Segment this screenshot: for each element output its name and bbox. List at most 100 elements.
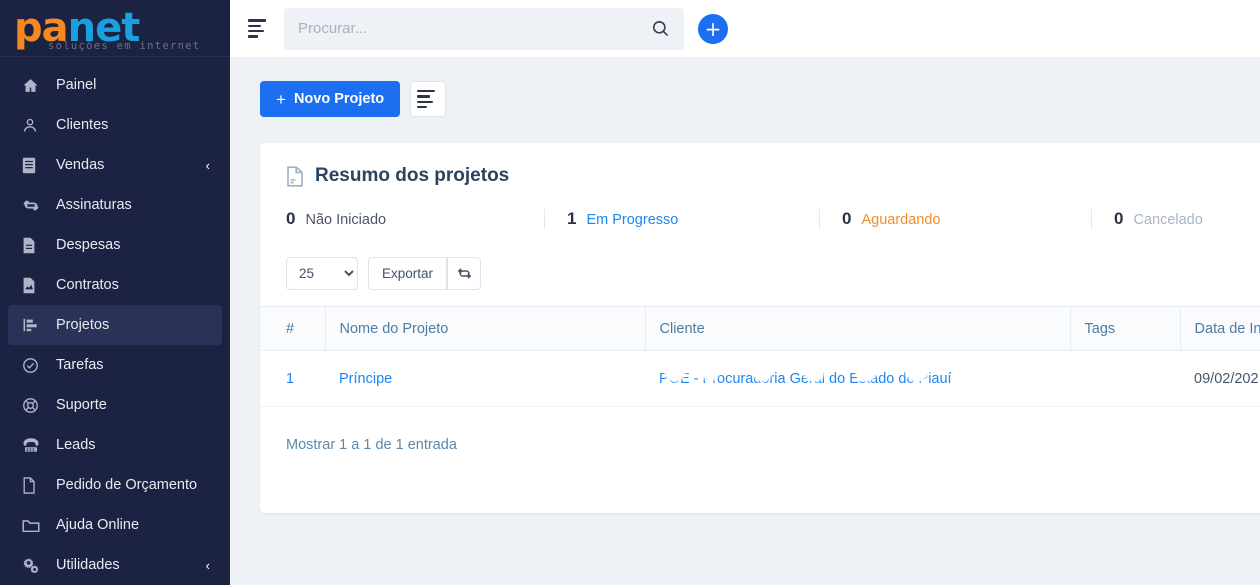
status-em-progresso[interactable]: 1 Em Progresso <box>544 209 819 229</box>
project-name-link[interactable]: Príncipe <box>339 371 392 387</box>
column-header-num[interactable]: # <box>260 306 326 351</box>
sidebar-item-label: Projetos <box>56 317 110 333</box>
hamburger-icon[interactable] <box>248 18 270 40</box>
add-button[interactable]: + <box>698 13 728 44</box>
cell-client: PGE - Procuradoria Geral do Estado do Pi… <box>645 350 1071 407</box>
status-count: 0 <box>1114 209 1124 228</box>
table-row[interactable]: 1 Príncipe PGE - Procuradoria Geral do E… <box>260 350 1260 407</box>
column-header-project[interactable]: Nome do Projeto <box>325 306 646 351</box>
search-input[interactable] <box>298 20 651 37</box>
home-icon <box>22 77 46 94</box>
row-number-link[interactable]: 1 <box>286 371 294 387</box>
list-view-button[interactable] <box>410 81 447 117</box>
user-icon <box>22 117 46 134</box>
plus-icon: + <box>704 16 722 41</box>
cell-start-date: 09/02/202 <box>1180 350 1260 407</box>
card-title-text: Resumo dos projetos <box>315 165 510 186</box>
folder-icon <box>22 518 46 533</box>
receipt-icon <box>22 157 46 174</box>
page-size-select[interactable]: 25 <box>286 257 358 290</box>
status-count: 0 <box>842 209 852 228</box>
brand-logo[interactable]: panet soluções em internet <box>0 0 230 57</box>
client-name[interactable]: PGE - Procuradoria Geral do Estado do Pi… <box>659 371 952 387</box>
status-aguardando[interactable]: 0 Aguardando <box>819 209 1091 229</box>
table-head: # Nome do Projeto Cliente Tags Data de I… <box>260 306 1260 351</box>
export-group: Exportar <box>368 257 482 290</box>
column-header-tags[interactable]: Tags <box>1070 306 1181 351</box>
topbar: + <box>230 0 1260 57</box>
sidebar-item-ajuda-online[interactable]: Ajuda Online <box>8 505 222 545</box>
sidebar: panet soluções em internet Painel Client… <box>0 0 230 585</box>
status-nao-iniciado[interactable]: 0 Não Iniciado <box>286 209 544 229</box>
sidebar-nav: Painel Clientes Vendas ‹ Assinaturas Des… <box>0 57 230 585</box>
refresh-icon <box>457 266 472 281</box>
action-toolbar: + Novo Projeto <box>260 81 1260 117</box>
sidebar-item-label: Contratos <box>56 277 119 293</box>
search-bar[interactable] <box>284 7 684 50</box>
card-header: Resumo dos projetos <box>260 165 1260 187</box>
cell-project: Príncipe <box>325 350 646 407</box>
file-icon <box>22 476 46 494</box>
refresh-icon <box>22 197 46 214</box>
chevron-left-icon: ‹ <box>205 557 210 573</box>
project-icon <box>22 317 46 333</box>
column-header-client[interactable]: Cliente <box>645 306 1071 351</box>
sidebar-item-despesas[interactable]: Despesas <box>8 225 222 265</box>
plus-icon: + <box>276 89 286 109</box>
refresh-button[interactable] <box>447 257 482 290</box>
chevron-left-icon: ‹ <box>205 157 210 173</box>
check-circle-icon <box>22 357 46 374</box>
sidebar-item-label: Clientes <box>56 117 109 133</box>
new-project-button[interactable]: + Novo Projeto <box>260 81 401 117</box>
page-content: + Novo Projeto Resumo dos projetos 0 Não… <box>230 57 1260 585</box>
main-area: + + Novo Projeto Resumo dos projetos <box>230 0 1260 585</box>
logo-tagline: soluções em internet <box>48 40 201 52</box>
file-icon <box>22 237 46 254</box>
sidebar-item-label: Leads <box>56 437 96 453</box>
cell-tags <box>1070 350 1181 407</box>
status-count: 0 <box>286 209 296 228</box>
sidebar-item-projetos[interactable]: Projetos <box>8 305 222 345</box>
sidebar-item-label: Painel <box>56 77 97 93</box>
sidebar-item-tarefas[interactable]: Tarefas <box>8 345 222 385</box>
column-header-start-date[interactable]: Data de Iní <box>1180 306 1260 351</box>
sidebar-item-leads[interactable]: Leads <box>8 425 222 465</box>
table-controls: 25 Exportar <box>260 229 1260 306</box>
table-body: 1 Príncipe PGE - Procuradoria Geral do E… <box>260 350 1260 407</box>
status-label: Aguardando <box>861 212 941 228</box>
status-count: 1 <box>567 209 577 228</box>
sidebar-item-clientes[interactable]: Clientes <box>8 105 222 145</box>
sidebar-item-suporte[interactable]: Suporte <box>8 385 222 425</box>
sidebar-item-label: Utilidades <box>56 557 120 573</box>
sidebar-item-label: Tarefas <box>56 357 104 373</box>
sidebar-item-contratos[interactable]: Contratos <box>8 265 222 305</box>
new-project-label: Novo Projeto <box>293 91 385 107</box>
sidebar-item-assinaturas[interactable]: Assinaturas <box>8 185 222 225</box>
status-label: Cancelado <box>1133 212 1203 228</box>
contract-icon <box>22 277 46 294</box>
phone-icon <box>22 437 46 453</box>
projects-table: # Nome do Projeto Cliente Tags Data de I… <box>260 306 1260 407</box>
document-icon <box>286 165 304 187</box>
sidebar-item-label: Despesas <box>56 237 121 253</box>
sidebar-item-label: Suporte <box>56 397 107 413</box>
sidebar-item-label: Ajuda Online <box>56 517 140 533</box>
app-root: panet soluções em internet Painel Client… <box>0 0 1260 585</box>
projects-card: Resumo dos projetos 0 Não Iniciado 1 Em … <box>260 143 1260 513</box>
sidebar-item-pedido-de-orcamento[interactable]: Pedido de Orçamento <box>8 465 222 505</box>
list-icon <box>417 88 439 110</box>
search-icon[interactable] <box>651 19 670 38</box>
sidebar-item-label: Assinaturas <box>56 197 132 213</box>
table-footer-info: Mostrar 1 a 1 de 1 entrada <box>286 437 457 453</box>
export-button[interactable]: Exportar <box>368 257 448 290</box>
sidebar-item-painel[interactable]: Painel <box>8 65 222 105</box>
status-cancelado[interactable]: 0 Cancelado <box>1091 209 1203 229</box>
status-summary: 0 Não Iniciado 1 Em Progresso 0 Aguardan… <box>260 191 1260 229</box>
sidebar-item-label: Pedido de Orçamento <box>56 477 198 493</box>
gears-icon <box>22 557 46 574</box>
status-label: Em Progresso <box>586 212 679 228</box>
sidebar-item-utilidades[interactable]: Utilidades ‹ <box>8 545 222 585</box>
export-label: Exportar <box>382 266 434 281</box>
status-label: Não Iniciado <box>305 212 387 228</box>
sidebar-item-vendas[interactable]: Vendas ‹ <box>8 145 222 185</box>
